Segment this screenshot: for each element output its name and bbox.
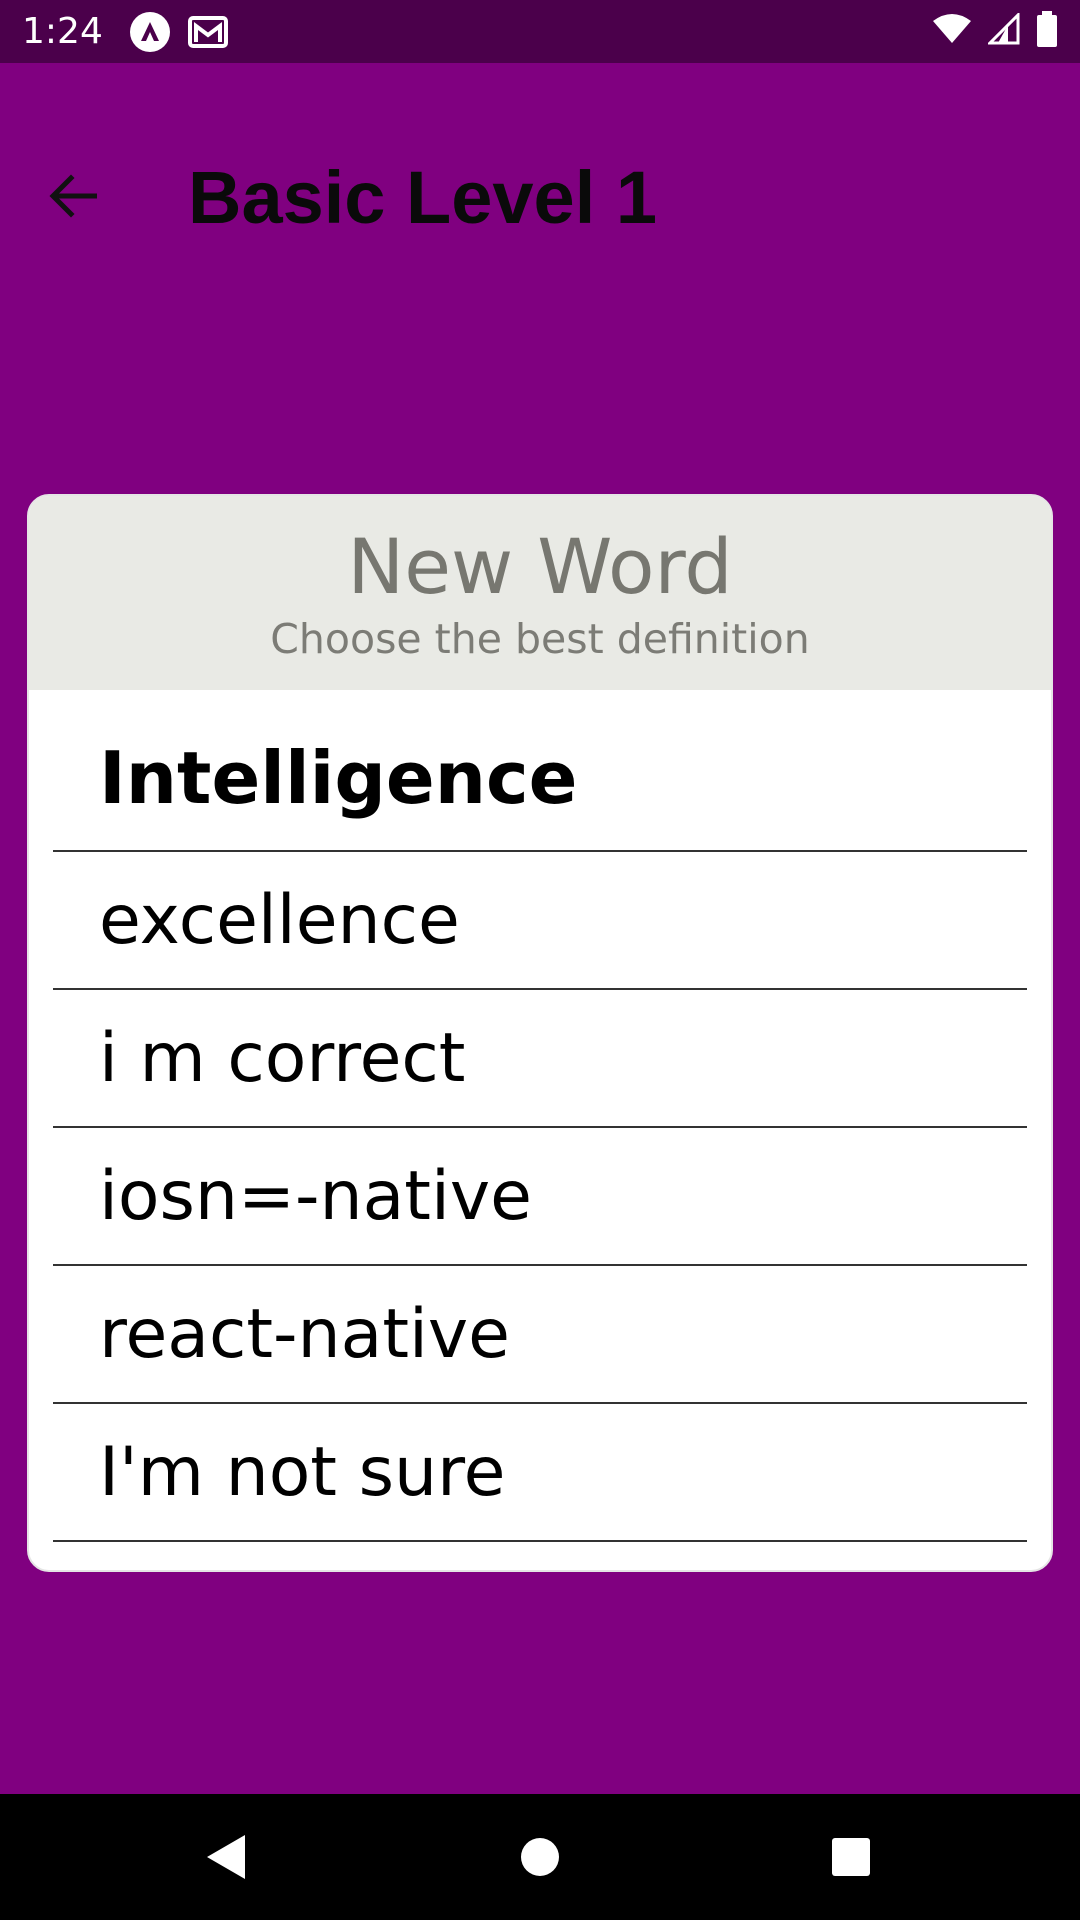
battery-icon <box>1036 11 1058 52</box>
card-header: New Word Choose the best definition <box>29 496 1051 690</box>
arrow-back-icon <box>49 173 98 223</box>
gmail-icon <box>187 14 229 50</box>
option-label: iosn=-native <box>99 1156 532 1236</box>
status-right-group <box>932 11 1058 52</box>
page-title: Basic Level 1 <box>188 156 657 239</box>
option-label: i m correct <box>99 1018 466 1098</box>
card-title: New Word <box>347 522 733 611</box>
question-word: Intelligence <box>99 736 578 820</box>
signal-icon <box>986 11 1020 50</box>
option-label: react-native <box>99 1294 510 1374</box>
home-circle-icon <box>519 1836 561 1883</box>
status-time: 1:24 <box>22 11 103 52</box>
wifi-icon <box>932 13 972 50</box>
nav-home-button[interactable] <box>505 1824 575 1894</box>
option-excellence[interactable]: excellence <box>53 852 1027 990</box>
recents-square-icon <box>831 1837 871 1882</box>
app-header: Basic Level 1 <box>0 63 1080 269</box>
option-i-m-correct[interactable]: i m correct <box>53 990 1027 1128</box>
system-nav-bar <box>0 1794 1080 1920</box>
option-label: excellence <box>99 880 460 960</box>
option-not-sure[interactable]: I'm not sure <box>53 1404 1027 1542</box>
option-iosn-native[interactable]: iosn=-native <box>53 1128 1027 1266</box>
nav-back-button[interactable] <box>192 1824 262 1894</box>
status-bar: 1:24 <box>0 0 1080 63</box>
question-card: New Word Choose the best definition Inte… <box>27 494 1053 1572</box>
card-subtitle: Choose the best definition <box>270 615 810 663</box>
option-label: I'm not sure <box>99 1432 506 1512</box>
option-react-native[interactable]: react-native <box>53 1266 1027 1404</box>
nav-recents-button[interactable] <box>816 1824 886 1894</box>
app-a-icon <box>129 11 171 53</box>
back-triangle-icon <box>205 1833 249 1886</box>
word-row: Intelligence <box>53 690 1027 852</box>
back-button[interactable] <box>38 163 108 233</box>
